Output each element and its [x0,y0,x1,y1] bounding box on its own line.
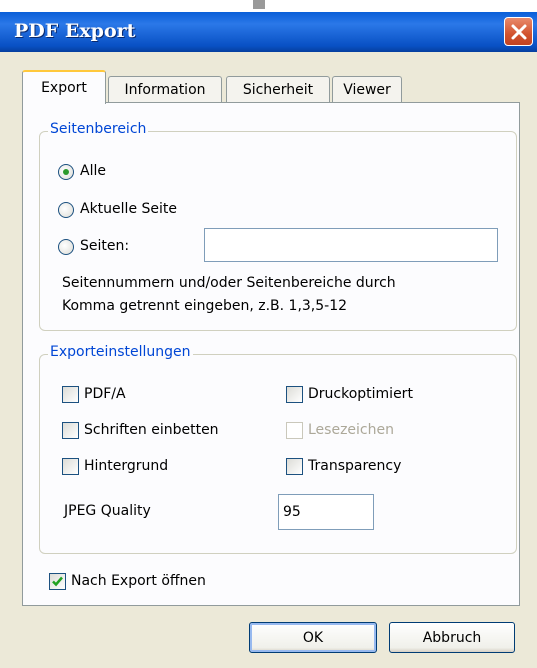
page-range-group-title: Seitenbereich [48,121,149,137]
background-checkbox[interactable] [62,458,79,475]
jpeg-quality-input[interactable]: 95 [278,494,374,530]
radio-current-page[interactable] [58,202,74,218]
pdfa-label[interactable]: PDF/A [84,386,126,402]
transparency-label[interactable]: Transparency [308,458,401,474]
close-button[interactable] [504,17,533,46]
print-optimized-label[interactable]: Druckoptimiert [308,386,413,402]
open-after-export-checkbox[interactable] [49,573,66,590]
background-label[interactable]: Hintergrund [84,458,168,474]
embed-fonts-checkbox[interactable] [62,422,79,439]
export-settings-group: Exporteinstellungen PDF/A Schriften einb… [39,344,517,554]
radio-selected-dot [63,169,69,175]
page-range-hint-line1: Seitennummern und/oder Seitenbereiche du… [62,275,396,291]
tab-sicherheit[interactable]: Sicherheit [226,76,330,102]
radio-all[interactable] [58,164,74,180]
tab-viewer[interactable]: Viewer [332,76,402,102]
window-top-edge [0,0,537,12]
cancel-button[interactable]: Abbruch [389,622,515,653]
checkmark-icon [52,576,63,587]
print-optimized-checkbox[interactable] [286,386,303,403]
page-range-group: Seitenbereich Alle Aktuelle Seite Seiten… [39,121,517,331]
export-tab-panel: Seitenbereich Alle Aktuelle Seite Seiten… [22,102,520,606]
radio-pages-label[interactable]: Seiten: [80,238,129,254]
tab-export[interactable]: Export [22,70,106,104]
export-settings-group-title: Exporteinstellungen [48,344,193,360]
title-bar[interactable]: PDF Export [0,12,537,52]
jpeg-quality-label: JPEG Quality [64,503,151,519]
window-title: PDF Export [14,20,136,42]
transparency-checkbox[interactable] [286,458,303,475]
open-after-export-label[interactable]: Nach Export öffnen [71,573,206,589]
embed-fonts-label[interactable]: Schriften einbetten [84,422,219,438]
radio-pages[interactable] [58,239,74,255]
bookmarks-label: Lesezeichen [308,422,394,438]
pdf-export-dialog: PDF Export Export Information Sicherheit… [0,0,537,668]
radio-all-label[interactable]: Alle [80,163,106,179]
close-icon [511,24,526,39]
page-range-hint-line2: Komma getrennt eingeben, z.B. 1,3,5-12 [62,298,348,314]
bookmarks-checkbox [286,422,303,439]
pdfa-checkbox[interactable] [62,386,79,403]
tab-information[interactable]: Information [108,76,222,102]
pages-input[interactable] [204,228,498,262]
ok-button[interactable]: OK [249,622,377,653]
radio-current-page-label[interactable]: Aktuelle Seite [80,201,177,217]
resize-grip [253,0,265,9]
